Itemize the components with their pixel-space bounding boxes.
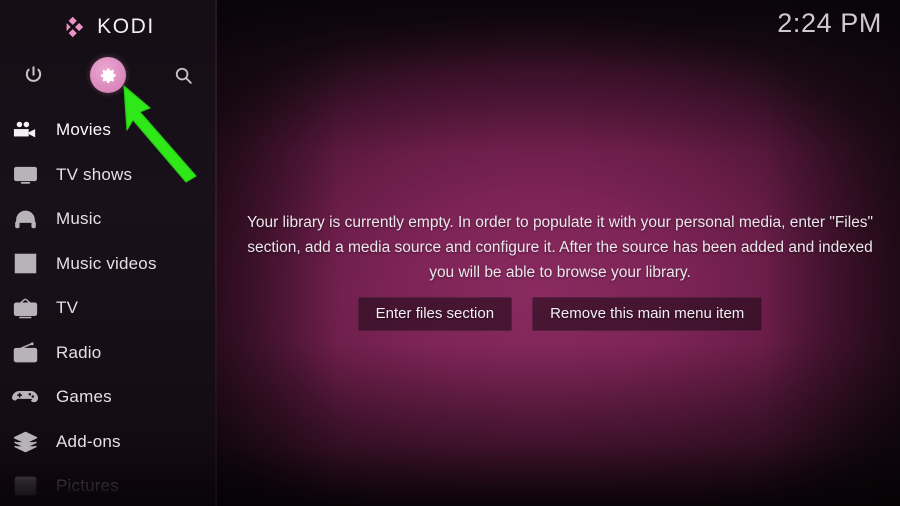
sidebar-item-tv-shows[interactable]: TV shows [0, 153, 217, 198]
sidebar-item-tv[interactable]: TV [0, 286, 217, 331]
sidebar-item-label: Games [56, 387, 112, 407]
power-icon [25, 65, 41, 82]
search-button[interactable] [163, 55, 203, 95]
sidebar-item-label: Music [56, 209, 102, 229]
sidebar-item-add-ons[interactable]: Add-ons [0, 420, 217, 465]
sidebar-item-label: Music videos [56, 253, 157, 273]
radio-icon [10, 340, 40, 366]
sidebar-item-radio[interactable]: Radio [0, 331, 217, 376]
gamepad-icon [10, 384, 40, 410]
movie-camera-icon [10, 117, 40, 143]
sidebar-top-icons [0, 55, 217, 95]
settings-button[interactable] [88, 55, 128, 95]
music-video-icon [10, 251, 40, 277]
sidebar-item-label: Add-ons [56, 431, 121, 451]
app-name: KODI [97, 15, 155, 38]
app-logo: KODI [0, 8, 217, 46]
sidebar-item-movies[interactable]: Movies [0, 108, 217, 153]
clock: 2:24 PM [777, 8, 882, 38]
pictures-icon [10, 473, 40, 499]
addons-box-icon [10, 429, 40, 455]
sidebar-item-pictures[interactable]: Pictures [0, 464, 217, 506]
search-icon [175, 67, 192, 84]
remove-main-menu-item-button[interactable]: Remove this main menu item [532, 297, 763, 331]
enter-files-section-button[interactable]: Enter files section [357, 297, 513, 331]
sidebar-item-label: Movies [56, 120, 112, 140]
retro-tv-icon [10, 295, 40, 321]
empty-library-message: Your library is currently empty. In orde… [246, 214, 874, 281]
settings-gear-icon [100, 67, 116, 83]
sidebar-item-label: Radio [56, 342, 102, 362]
sidebar-item-label: Pictures [56, 476, 120, 496]
kodi-home-screen: 2:24 PM Your library is currently empty.… [0, 0, 900, 506]
headphones-icon [10, 206, 40, 232]
sidebar-divider [215, 0, 217, 506]
tv-monitor-icon [10, 162, 40, 188]
sidebar-item-games[interactable]: Games [0, 375, 217, 420]
sidebar-item-music[interactable]: Music [0, 197, 217, 242]
power-button[interactable] [13, 55, 53, 95]
empty-library-actions: Enter files section Remove this main men… [245, 297, 875, 331]
sidebar: KODI Movies TV shows Music Music videos … [0, 0, 217, 506]
sidebar-item-label: TV shows [56, 164, 133, 184]
sidebar-item-music-videos[interactable]: Music videos [0, 242, 217, 287]
kodi-logo-icon [66, 16, 84, 38]
settings-button-highlight [90, 57, 126, 93]
empty-library-panel: Your library is currently empty. In orde… [245, 210, 875, 331]
sidebar-item-label: TV [56, 298, 79, 318]
sidebar-menu: Movies TV shows Music Music videos TV Ra… [0, 108, 217, 506]
